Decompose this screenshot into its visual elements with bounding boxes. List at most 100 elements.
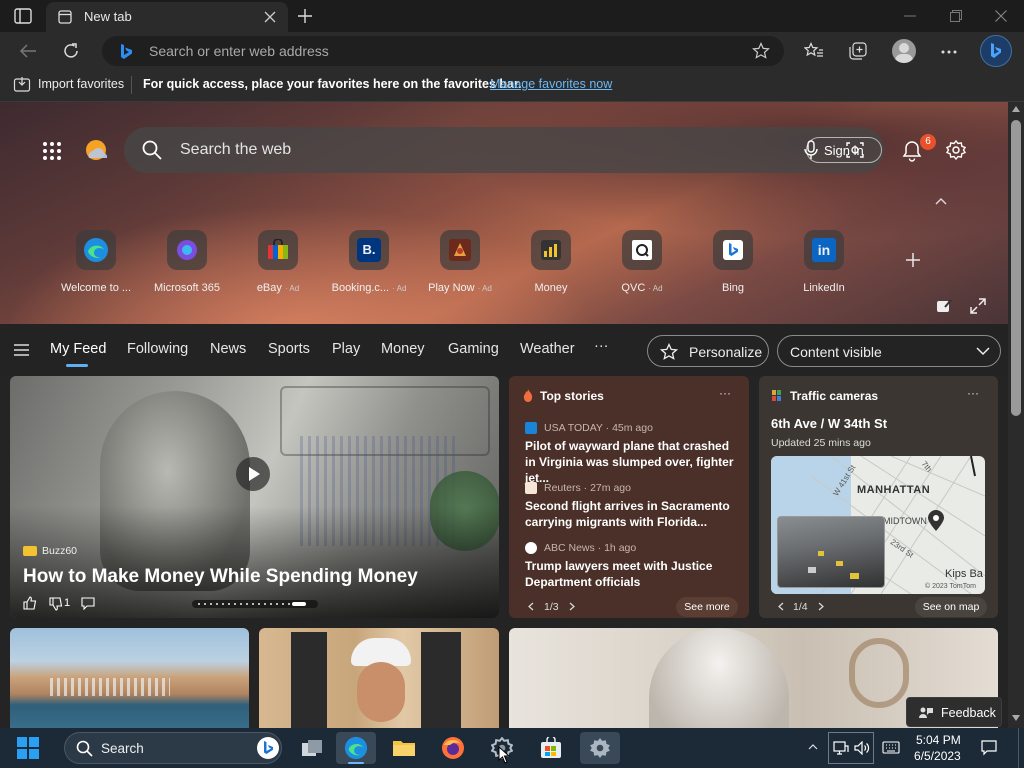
expand-icon[interactable] bbox=[970, 298, 986, 314]
quick-link-welcome[interactable]: Welcome to ... bbox=[54, 230, 138, 294]
address-bar[interactable]: Search or enter web address bbox=[102, 36, 784, 66]
feedback-button[interactable]: Feedback bbox=[906, 697, 1002, 727]
next-chevron-icon[interactable] bbox=[569, 602, 575, 611]
taskbar-store-button[interactable] bbox=[531, 732, 571, 764]
tab-actions-icon[interactable] bbox=[14, 8, 32, 24]
dislike-icon[interactable] bbox=[49, 597, 63, 611]
quick-link-microsoft365[interactable]: Microsoft 365 bbox=[145, 230, 229, 294]
see-more-button[interactable]: See more bbox=[676, 597, 738, 617]
start-button[interactable] bbox=[8, 732, 48, 764]
card-more-options[interactable]: ··· bbox=[967, 386, 979, 400]
keyboard-icon[interactable] bbox=[882, 741, 900, 754]
show-desktop-button[interactable] bbox=[1018, 728, 1024, 768]
mouse-cursor-icon bbox=[498, 746, 510, 764]
quick-link-money[interactable]: Money bbox=[509, 230, 593, 294]
tab-money[interactable]: Money bbox=[381, 341, 425, 357]
next-chevron-icon[interactable] bbox=[818, 602, 824, 611]
web-search-box[interactable]: Search the web Sign in bbox=[124, 127, 884, 173]
scroll-up-arrow-icon[interactable] bbox=[1012, 106, 1020, 112]
tab-gaming[interactable]: Gaming bbox=[448, 341, 499, 357]
favorites-icon[interactable] bbox=[804, 42, 824, 60]
app-launcher-icon[interactable] bbox=[42, 141, 62, 161]
back-icon[interactable] bbox=[19, 43, 37, 59]
map-label-midtown: MIDTOWN bbox=[883, 516, 927, 526]
card-headline[interactable]: How to Make Money While Spending Money bbox=[23, 566, 418, 588]
story-source: Reuters · 27m ago bbox=[544, 482, 631, 494]
notification-center-icon[interactable] bbox=[981, 740, 997, 756]
comment-icon[interactable] bbox=[81, 597, 95, 610]
tab-new-tab[interactable]: New tab bbox=[46, 2, 288, 32]
hamburger-menu-icon[interactable] bbox=[14, 344, 29, 356]
bing-chat-button[interactable] bbox=[980, 35, 1012, 67]
refresh-icon[interactable] bbox=[62, 42, 80, 60]
traffic-camera-thumbnail[interactable] bbox=[777, 516, 885, 588]
firefox-icon bbox=[442, 737, 464, 759]
minimize-icon[interactable] bbox=[904, 15, 916, 17]
play-video-button[interactable] bbox=[236, 457, 270, 491]
see-on-map-button[interactable]: See on map bbox=[915, 597, 987, 617]
taskbar-file-explorer-button[interactable] bbox=[384, 732, 424, 764]
collapse-chevron-up-icon[interactable] bbox=[934, 196, 948, 206]
taskbar-firefox-button[interactable] bbox=[433, 732, 473, 764]
import-favorites-button[interactable]: Import favorites bbox=[38, 77, 124, 91]
quick-link-play-now[interactable]: Play Now · Ad bbox=[418, 230, 502, 294]
page-scrollbar[interactable] bbox=[1008, 102, 1024, 728]
traffic-map[interactable]: MANHATTAN 7th W 41st St MIDTOWN 23rd St … bbox=[771, 456, 985, 594]
personalize-button[interactable]: Personalize bbox=[647, 335, 769, 367]
favorite-star-icon[interactable] bbox=[752, 42, 770, 60]
story-item-1[interactable]: USA TODAY · 45m ago Pilot of wayward pla… bbox=[525, 422, 735, 486]
tab-following[interactable]: Following bbox=[127, 341, 188, 357]
scroll-down-arrow-icon[interactable] bbox=[1012, 715, 1020, 721]
prev-chevron-icon[interactable] bbox=[778, 602, 784, 611]
new-tab-plus-icon[interactable] bbox=[296, 7, 314, 25]
quick-link-ebay[interactable]: eBay · Ad bbox=[236, 230, 320, 294]
task-view-button[interactable] bbox=[292, 732, 332, 764]
story-headline: Second flight arrives in Sacramento carr… bbox=[525, 499, 730, 529]
add-quick-link-plus-icon[interactable] bbox=[904, 251, 922, 269]
tab-weather[interactable]: Weather bbox=[520, 341, 575, 357]
notification-bell-icon[interactable] bbox=[902, 140, 922, 162]
manage-favorites-link[interactable]: Manage favorites now bbox=[490, 77, 612, 91]
main-news-card[interactable]: Buzz60 How to Make Money While Spending … bbox=[10, 376, 499, 618]
edge-icon bbox=[344, 736, 368, 760]
prev-chevron-icon[interactable] bbox=[528, 602, 534, 611]
quick-link-qvc[interactable]: QVC · Ad bbox=[600, 230, 684, 294]
taskbar-settings-active-button[interactable] bbox=[580, 732, 620, 764]
taskbar-edge-button[interactable] bbox=[336, 732, 376, 764]
quick-link-linkedin[interactable]: in LinkedIn bbox=[782, 230, 866, 294]
taskbar-settings-app-button[interactable] bbox=[482, 732, 522, 764]
story-item-3[interactable]: ABC News · 1h ago Trump lawyers meet wit… bbox=[525, 542, 735, 590]
quick-link-booking[interactable]: B. Booking.c... · Ad bbox=[327, 230, 411, 294]
show-hidden-icons-chevron[interactable] bbox=[808, 743, 818, 750]
map-camera-pin-icon[interactable] bbox=[927, 510, 945, 532]
close-window-icon[interactable] bbox=[995, 10, 1007, 22]
tab-sports[interactable]: Sports bbox=[268, 341, 310, 357]
clock-date[interactable]: 6/5/2023 bbox=[914, 749, 961, 763]
lake-news-card[interactable] bbox=[10, 628, 249, 728]
content-visibility-dropdown[interactable]: Content visible bbox=[777, 335, 1001, 367]
tab-my-feed[interactable]: My Feed bbox=[50, 341, 106, 357]
sign-in-button[interactable]: Sign in bbox=[806, 137, 882, 163]
quick-link-bing[interactable]: Bing bbox=[691, 230, 775, 294]
profile-avatar[interactable] bbox=[892, 39, 916, 63]
more-tabs-button[interactable]: ··· bbox=[594, 338, 609, 354]
tab-play[interactable]: Play bbox=[332, 341, 360, 357]
product-news-card[interactable] bbox=[259, 628, 499, 728]
edit-background-icon[interactable] bbox=[936, 298, 952, 314]
like-icon[interactable] bbox=[23, 596, 37, 610]
close-tab-icon[interactable] bbox=[264, 11, 276, 23]
carousel-dots[interactable] bbox=[192, 600, 318, 608]
restore-icon[interactable] bbox=[950, 10, 962, 22]
weather-icon[interactable] bbox=[83, 137, 111, 165]
clock-time[interactable]: 5:04 PM bbox=[916, 733, 961, 747]
collections-icon[interactable] bbox=[849, 42, 867, 60]
scroll-thumb[interactable] bbox=[1011, 120, 1021, 416]
tab-news[interactable]: News bbox=[210, 341, 246, 357]
system-tray-group[interactable] bbox=[828, 732, 874, 764]
page-settings-gear-icon[interactable] bbox=[946, 140, 966, 160]
taskbar-search-box[interactable]: Search bbox=[64, 732, 282, 764]
settings-more-icon[interactable] bbox=[941, 50, 957, 54]
visual-search-icon[interactable] bbox=[846, 141, 864, 159]
card-more-options[interactable]: ··· bbox=[719, 386, 731, 400]
story-item-2[interactable]: Reuters · 27m ago Second flight arrives … bbox=[525, 482, 735, 530]
